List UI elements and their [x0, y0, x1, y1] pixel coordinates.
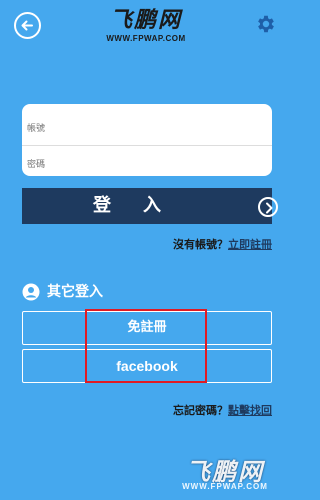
back-arrow-icon — [21, 20, 33, 31]
forgot-prompt: 忘記密碼？ — [173, 404, 228, 417]
chevron-right-circle-icon — [258, 197, 278, 217]
forgot-link[interactable]: 點擊找回 — [228, 404, 272, 417]
user-icon — [22, 283, 40, 301]
forgot-password-row: 忘記密碼？點擊找回 — [120, 402, 272, 418]
watermark-url: WWW.FPWAP.COM — [182, 482, 268, 491]
register-link[interactable]: 立即註冊 — [228, 238, 272, 251]
register-prompt: 沒有帳號？ — [173, 238, 228, 251]
register-row: 沒有帳號？立即註冊 — [120, 236, 272, 252]
gear-icon — [258, 15, 274, 33]
settings-button[interactable] — [255, 13, 277, 35]
other-login-title: 其它登入 — [47, 284, 103, 300]
login-label: 登入 — [93, 195, 193, 216]
site-logo: 飞鹏网 WWW.FPWAP.COM — [80, 6, 212, 46]
watermark: 飞鹏网 WWW.FPWAP.COM — [165, 452, 285, 496]
other-login-header: 其它登入 — [22, 283, 222, 303]
login-form — [22, 104, 272, 176]
login-button[interactable]: 登入 — [22, 188, 278, 224]
facebook-login-button[interactable]: facebook — [22, 349, 272, 383]
password-field[interactable] — [22, 145, 272, 176]
guest-login-button[interactable]: 免註冊 — [22, 311, 272, 345]
top-bar: 飞鹏网 WWW.FPWAP.COM — [0, 0, 291, 52]
password-input[interactable] — [27, 159, 267, 169]
logo-url: WWW.FPWAP.COM — [106, 34, 186, 43]
logo-text: 飞鹏网 — [109, 7, 182, 33]
back-button[interactable] — [14, 12, 41, 39]
account-input[interactable] — [27, 123, 267, 133]
account-field[interactable] — [22, 110, 272, 146]
